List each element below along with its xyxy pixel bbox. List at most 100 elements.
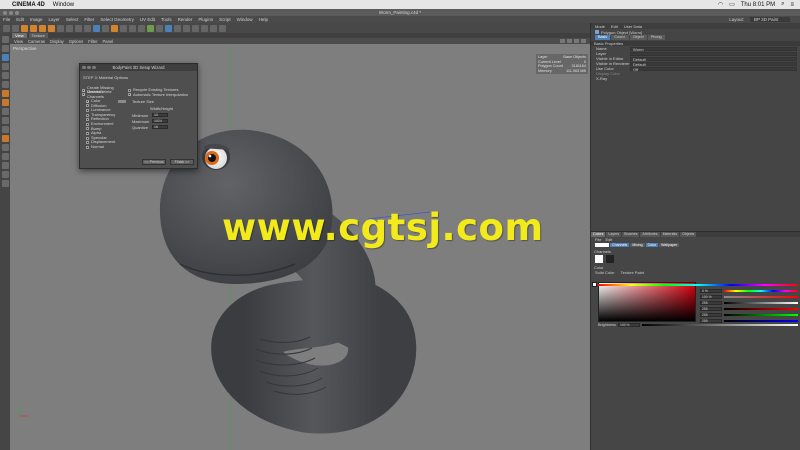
- menu-edit[interactable]: Edit: [16, 17, 24, 22]
- tweak-mode-icon[interactable]: [1, 135, 9, 142]
- solo-icon[interactable]: [1, 180, 9, 187]
- minimize-window-button[interactable]: [9, 10, 13, 15]
- menu-layer[interactable]: Layer: [49, 17, 60, 22]
- projection-paint-icon[interactable]: [165, 24, 172, 32]
- menu-script[interactable]: Script: [219, 17, 231, 22]
- menu-filter[interactable]: Filter: [84, 17, 94, 22]
- dialog-zoom-button[interactable]: [92, 65, 96, 69]
- check-auto-interpolation[interactable]: ✓ Automatic Texture Interpolation: [128, 92, 198, 98]
- checkbox[interactable]: ✓: [128, 93, 132, 97]
- menu-uv-edit[interactable]: UV Edit: [140, 17, 155, 22]
- mac-menu-window[interactable]: Window: [53, 2, 74, 8]
- render-view-icon[interactable]: [102, 24, 109, 32]
- magic-wand-icon[interactable]: [174, 24, 181, 32]
- checkbox[interactable]: [86, 113, 89, 117]
- vp-menu-options[interactable]: Options: [69, 39, 83, 44]
- maximum-input[interactable]: 1024: [152, 119, 168, 123]
- background-color-swatch[interactable]: [606, 255, 614, 263]
- tab-object[interactable]: Object: [629, 35, 647, 40]
- uv-polygons-icon[interactable]: [1, 99, 9, 106]
- select-tool-icon[interactable]: [30, 24, 37, 32]
- battery-icon[interactable]: ▭: [729, 1, 735, 8]
- clone-icon[interactable]: [156, 24, 163, 32]
- attr-menu-mode[interactable]: Mode: [595, 24, 605, 29]
- pill-wallpaper[interactable]: Wallpaper: [659, 242, 680, 248]
- dialog-minimize-button[interactable]: [87, 65, 91, 69]
- checkbox[interactable]: [86, 118, 89, 122]
- color-channel-swatch[interactable]: [118, 99, 126, 103]
- clock[interactable]: Thu 8:01 PM: [741, 2, 775, 8]
- planar-workplane-icon[interactable]: [1, 162, 9, 169]
- orbit-icon[interactable]: [574, 39, 579, 43]
- tab-brushes[interactable]: Brushes: [622, 232, 640, 237]
- channel-normal[interactable]: Normal: [86, 144, 126, 150]
- menu-image[interactable]: Image: [30, 17, 43, 22]
- close-window-button[interactable]: [3, 10, 7, 15]
- tab-materials[interactable]: Materials: [660, 232, 680, 237]
- slider-track[interactable]: [724, 296, 798, 298]
- use-color-dropdown[interactable]: Off: [630, 66, 797, 71]
- brightness-input[interactable]: 100 %: [617, 322, 640, 327]
- locked-workplane-icon[interactable]: [1, 153, 9, 160]
- checkbox[interactable]: [128, 88, 131, 92]
- vp-menu-display[interactable]: Display: [50, 39, 64, 44]
- axis-y-icon[interactable]: [75, 24, 82, 32]
- pill-color[interactable]: Color: [645, 242, 659, 248]
- menu-select[interactable]: Select: [66, 17, 79, 22]
- foreground-color-swatch[interactable]: [595, 255, 603, 263]
- vp-menu-view[interactable]: View: [14, 39, 23, 44]
- previous-button[interactable]: << Previous: [142, 159, 166, 165]
- menu-list-icon[interactable]: ≡: [790, 2, 794, 8]
- solid-color-option[interactable]: Solid Color: [595, 270, 615, 275]
- search-icon[interactable]: ⌕: [781, 1, 784, 8]
- dialog-close-button[interactable]: [82, 65, 86, 69]
- redo-icon[interactable]: [12, 24, 19, 32]
- slider-track[interactable]: [724, 290, 798, 292]
- render-settings-icon[interactable]: [111, 24, 118, 32]
- vp-menu-panel[interactable]: Panel: [103, 39, 114, 44]
- menu-render[interactable]: Render: [178, 17, 193, 22]
- minimum-input[interactable]: 10: [152, 113, 168, 117]
- current-color-swatch[interactable]: [595, 243, 609, 247]
- fill-icon[interactable]: [147, 24, 154, 32]
- menu-plugins[interactable]: Plugins: [198, 17, 213, 22]
- axis-z-icon[interactable]: [84, 24, 91, 32]
- slider-value-input[interactable]: 255: [700, 301, 722, 305]
- model-mode-icon[interactable]: [1, 36, 9, 43]
- finish-button[interactable]: Finish >>: [170, 159, 194, 165]
- checkbox[interactable]: ✓: [82, 93, 86, 97]
- texture-mode-icon[interactable]: [1, 108, 9, 115]
- color-picker-field[interactable]: [598, 282, 696, 322]
- check-create-delete-channels[interactable]: ✓ Create/Delete Channels: [82, 89, 126, 99]
- maximize-view-icon[interactable]: [581, 39, 586, 43]
- slider-value-input[interactable]: 100 %: [700, 295, 722, 299]
- quantize-input[interactable]: 16: [152, 125, 168, 129]
- eraser-icon[interactable]: [138, 24, 145, 32]
- brush-icon[interactable]: [129, 24, 136, 32]
- camera-icon[interactable]: [219, 24, 226, 32]
- vp-menu-cameras[interactable]: Cameras: [28, 39, 45, 44]
- menu-window[interactable]: Window: [237, 17, 253, 22]
- undo-icon[interactable]: [3, 24, 10, 32]
- workplane-icon[interactable]: [1, 117, 9, 124]
- slider-value-input[interactable]: 0 %: [700, 289, 722, 293]
- rotate-tool-icon[interactable]: [57, 24, 64, 32]
- object-mode-icon[interactable]: [1, 45, 9, 52]
- texture-paint-option[interactable]: Texture Paint: [621, 270, 644, 275]
- visible-editor-dropdown[interactable]: Default: [630, 56, 797, 61]
- checkbox[interactable]: [86, 104, 89, 108]
- checkbox[interactable]: [86, 141, 89, 145]
- menu-help[interactable]: Help: [259, 17, 268, 22]
- points-mode-icon[interactable]: [1, 63, 9, 70]
- menu-file[interactable]: File: [3, 17, 10, 22]
- axis-x-icon[interactable]: [66, 24, 73, 32]
- coordinate-system-icon[interactable]: [93, 24, 100, 32]
- menu-select-geometry[interactable]: Select Geometry: [100, 17, 134, 22]
- slider-track[interactable]: [724, 302, 798, 304]
- slider-track[interactable]: [724, 314, 798, 316]
- paint-setup-wizard-icon[interactable]: [1, 54, 9, 61]
- slider-track[interactable]: [724, 308, 798, 310]
- menu-tools[interactable]: Tools: [161, 17, 172, 22]
- pill-mixing[interactable]: Mixing: [630, 242, 645, 248]
- attr-menu-edit[interactable]: Edit: [611, 24, 618, 29]
